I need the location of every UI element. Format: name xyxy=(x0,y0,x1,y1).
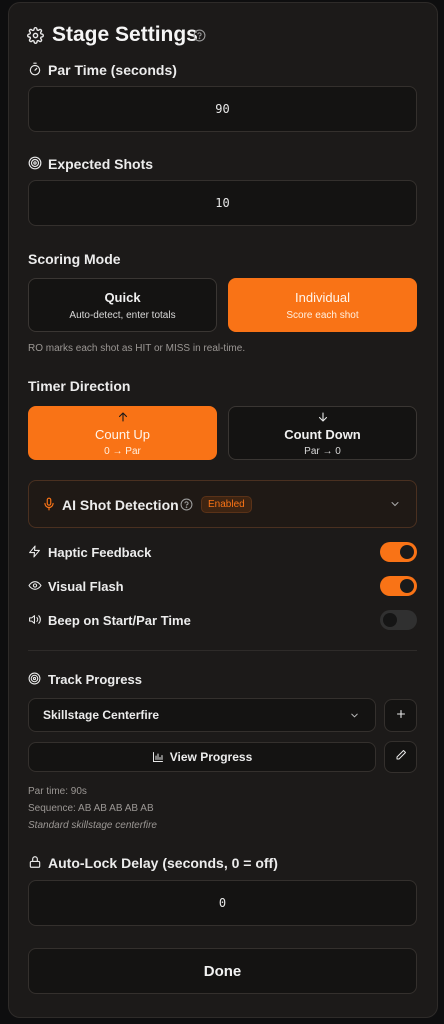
scoring-quick-subtitle: Auto-detect, enter totals xyxy=(69,309,176,321)
timer-direction-label: Timer Direction xyxy=(28,378,131,394)
microphone-icon xyxy=(42,497,56,511)
haptic-feedback-row: Haptic Feedback xyxy=(28,542,417,564)
scoring-hint: RO marks each shot as HIT or MISS in rea… xyxy=(28,343,246,354)
count-down-title: Count Down xyxy=(284,426,361,442)
scoring-individual-subtitle: Score each shot xyxy=(286,309,359,321)
chevron-down-icon xyxy=(349,710,360,721)
bar-chart-icon xyxy=(152,751,164,763)
view-progress-label: View Progress xyxy=(169,750,253,764)
track-progress-label: Track Progress xyxy=(48,672,142,687)
question-circle-icon[interactable] xyxy=(193,29,206,42)
auto-lock-label: Auto-Lock Delay (seconds, 0 = off) xyxy=(48,855,278,871)
add-stage-button[interactable] xyxy=(384,699,417,732)
ai-detection-label: AI Shot Detection xyxy=(62,497,179,513)
visual-flash-label: Visual Flash xyxy=(48,579,124,594)
eye-icon xyxy=(28,579,42,592)
count-down-button[interactable]: Count Down Par → 0 xyxy=(228,406,417,460)
speaker-icon xyxy=(28,613,42,626)
track-par-info: Par time: 90s xyxy=(28,786,87,797)
scoring-individual-title: Individual xyxy=(295,289,350,305)
visual-flash-row: Visual Flash xyxy=(28,576,417,598)
visual-flash-toggle[interactable] xyxy=(380,576,417,596)
ai-shot-detection-accordion[interactable]: AI Shot Detection Enabled xyxy=(28,480,417,528)
haptic-feedback-label: Haptic Feedback xyxy=(48,545,152,560)
haptic-feedback-toggle[interactable] xyxy=(380,542,417,562)
beep-toggle[interactable] xyxy=(380,610,417,630)
plus-icon xyxy=(395,707,407,725)
scoring-quick-button[interactable]: Quick Auto-detect, enter totals xyxy=(28,278,217,332)
track-sequence-info: Sequence: AB AB AB AB AB xyxy=(28,803,154,814)
done-button[interactable]: Done xyxy=(28,948,417,994)
gear-icon xyxy=(27,27,44,44)
edit-stage-button[interactable] xyxy=(384,741,417,773)
expected-shots-input[interactable]: 10 xyxy=(28,180,417,226)
stage-select[interactable]: Skillstage Centerfire xyxy=(28,698,376,732)
target-icon xyxy=(28,156,42,170)
par-time-input[interactable]: 90 xyxy=(28,86,417,132)
arrow-up-icon xyxy=(117,410,129,424)
stage-select-value: Skillstage Centerfire xyxy=(43,708,160,722)
arrow-down-icon xyxy=(317,410,329,424)
count-up-subtitle: 0 → Par xyxy=(104,445,141,457)
enabled-badge: Enabled xyxy=(201,496,252,513)
target-icon xyxy=(28,672,41,685)
beep-row: Beep on Start/Par Time xyxy=(28,610,417,632)
view-progress-button[interactable]: View Progress xyxy=(28,742,376,772)
lightning-icon xyxy=(28,545,41,558)
chevron-down-icon xyxy=(389,498,401,510)
count-up-title: Count Up xyxy=(95,426,150,442)
lock-icon xyxy=(28,855,42,869)
pencil-icon xyxy=(395,748,407,766)
auto-lock-input[interactable]: 0 xyxy=(28,880,417,926)
page-title: Stage Settings xyxy=(52,23,198,46)
section-divider xyxy=(28,650,417,651)
count-down-subtitle: Par → 0 xyxy=(304,445,341,457)
scoring-quick-title: Quick xyxy=(104,289,141,305)
par-time-label: Par Time (seconds) xyxy=(48,62,177,78)
scoring-mode-label: Scoring Mode xyxy=(28,251,121,267)
stopwatch-icon xyxy=(28,62,42,76)
scoring-individual-button[interactable]: Individual Score each shot xyxy=(228,278,417,332)
expected-shots-label: Expected Shots xyxy=(48,156,154,172)
track-description: Standard skillstage centerfire xyxy=(28,820,157,831)
count-up-button[interactable]: Count Up 0 → Par xyxy=(28,406,217,460)
beep-label: Beep on Start/Par Time xyxy=(48,613,191,628)
question-circle-icon[interactable] xyxy=(180,498,193,511)
